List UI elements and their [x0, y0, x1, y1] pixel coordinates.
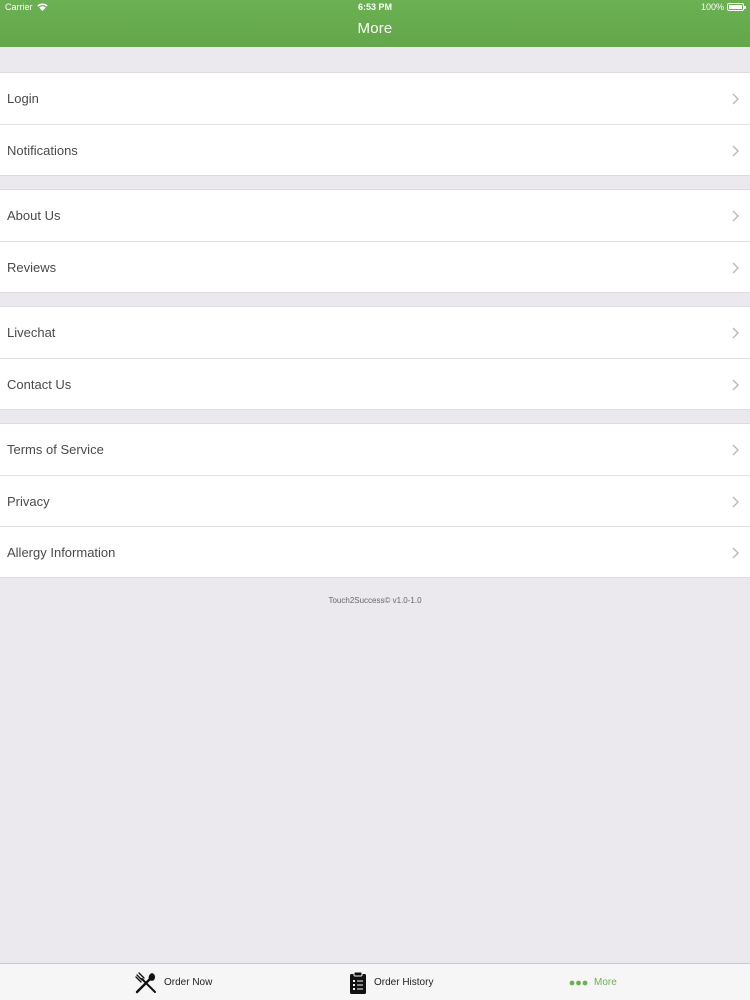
status-bar: Carrier 6:53 PM 100%	[0, 0, 750, 15]
menu-item-terms-of-service[interactable]: Terms of Service	[0, 424, 750, 475]
menu-item-label: Privacy	[7, 493, 50, 509]
menu-item-label: Livechat	[7, 325, 56, 340]
tab-order-history[interactable]: Order History	[348, 964, 433, 1000]
more-dots-icon	[569, 980, 588, 985]
tab-label: More	[594, 977, 617, 988]
clipboard-icon	[350, 971, 366, 994]
menu-item-privacy[interactable]: Privacy	[0, 475, 750, 526]
fork-knife-icon	[135, 971, 156, 993]
menu-item-label: Terms of Service	[7, 442, 104, 457]
battery-label: 100%	[700, 2, 724, 12]
tab-order-now[interactable]: Order Now	[134, 964, 212, 1000]
page-title: More	[357, 20, 393, 37]
menu-item-livechat[interactable]: Livechat	[0, 307, 750, 358]
chevron-right-icon	[732, 210, 739, 222]
battery-indicator: 100%	[700, 2, 746, 12]
tab-more[interactable]: More	[569, 964, 617, 1000]
menu-item-label: Allergy Information	[7, 544, 116, 560]
chevron-right-icon	[732, 379, 739, 391]
chevron-right-icon	[732, 327, 739, 339]
menu-section-account: Login Notifications	[0, 72, 750, 176]
menu-section-info: About Us Reviews	[0, 189, 750, 293]
menu-item-label: About Us	[7, 208, 61, 223]
menu-item-contact-us[interactable]: Contact Us	[0, 358, 750, 409]
menu-item-label: Login	[7, 91, 39, 106]
menu-item-label: Notifications	[7, 142, 78, 158]
menu-section-legal: Terms of Service Privacy Allergy Informa…	[0, 423, 750, 578]
chevron-right-icon	[732, 145, 739, 157]
menu-item-label: Reviews	[7, 259, 57, 275]
menu-item-allergy-information[interactable]: Allergy Information	[0, 526, 750, 577]
tab-bar: Order Now Order History More	[0, 963, 750, 1000]
version-label: Touch2Success© v1.0-1.0	[328, 596, 422, 605]
tab-label: Order History	[374, 977, 434, 988]
chevron-right-icon	[732, 93, 739, 105]
menu-section-support: Livechat Contact Us	[0, 306, 750, 410]
menu-item-login[interactable]: Login	[0, 73, 750, 124]
menu-item-about-us[interactable]: About Us	[0, 190, 750, 241]
status-time: 6:53 PM	[357, 2, 392, 12]
chevron-right-icon	[732, 444, 739, 456]
battery-icon	[727, 3, 746, 11]
tab-label: Order Now	[164, 977, 213, 988]
menu-item-label: Contact Us	[7, 376, 72, 392]
chevron-right-icon	[732, 496, 739, 508]
navigation-bar: Carrier 6:53 PM 100% More	[0, 0, 750, 47]
chevron-right-icon	[732, 547, 739, 559]
menu-item-reviews[interactable]: Reviews	[0, 241, 750, 292]
menu-item-notifications[interactable]: Notifications	[0, 124, 750, 175]
chevron-right-icon	[732, 262, 739, 274]
